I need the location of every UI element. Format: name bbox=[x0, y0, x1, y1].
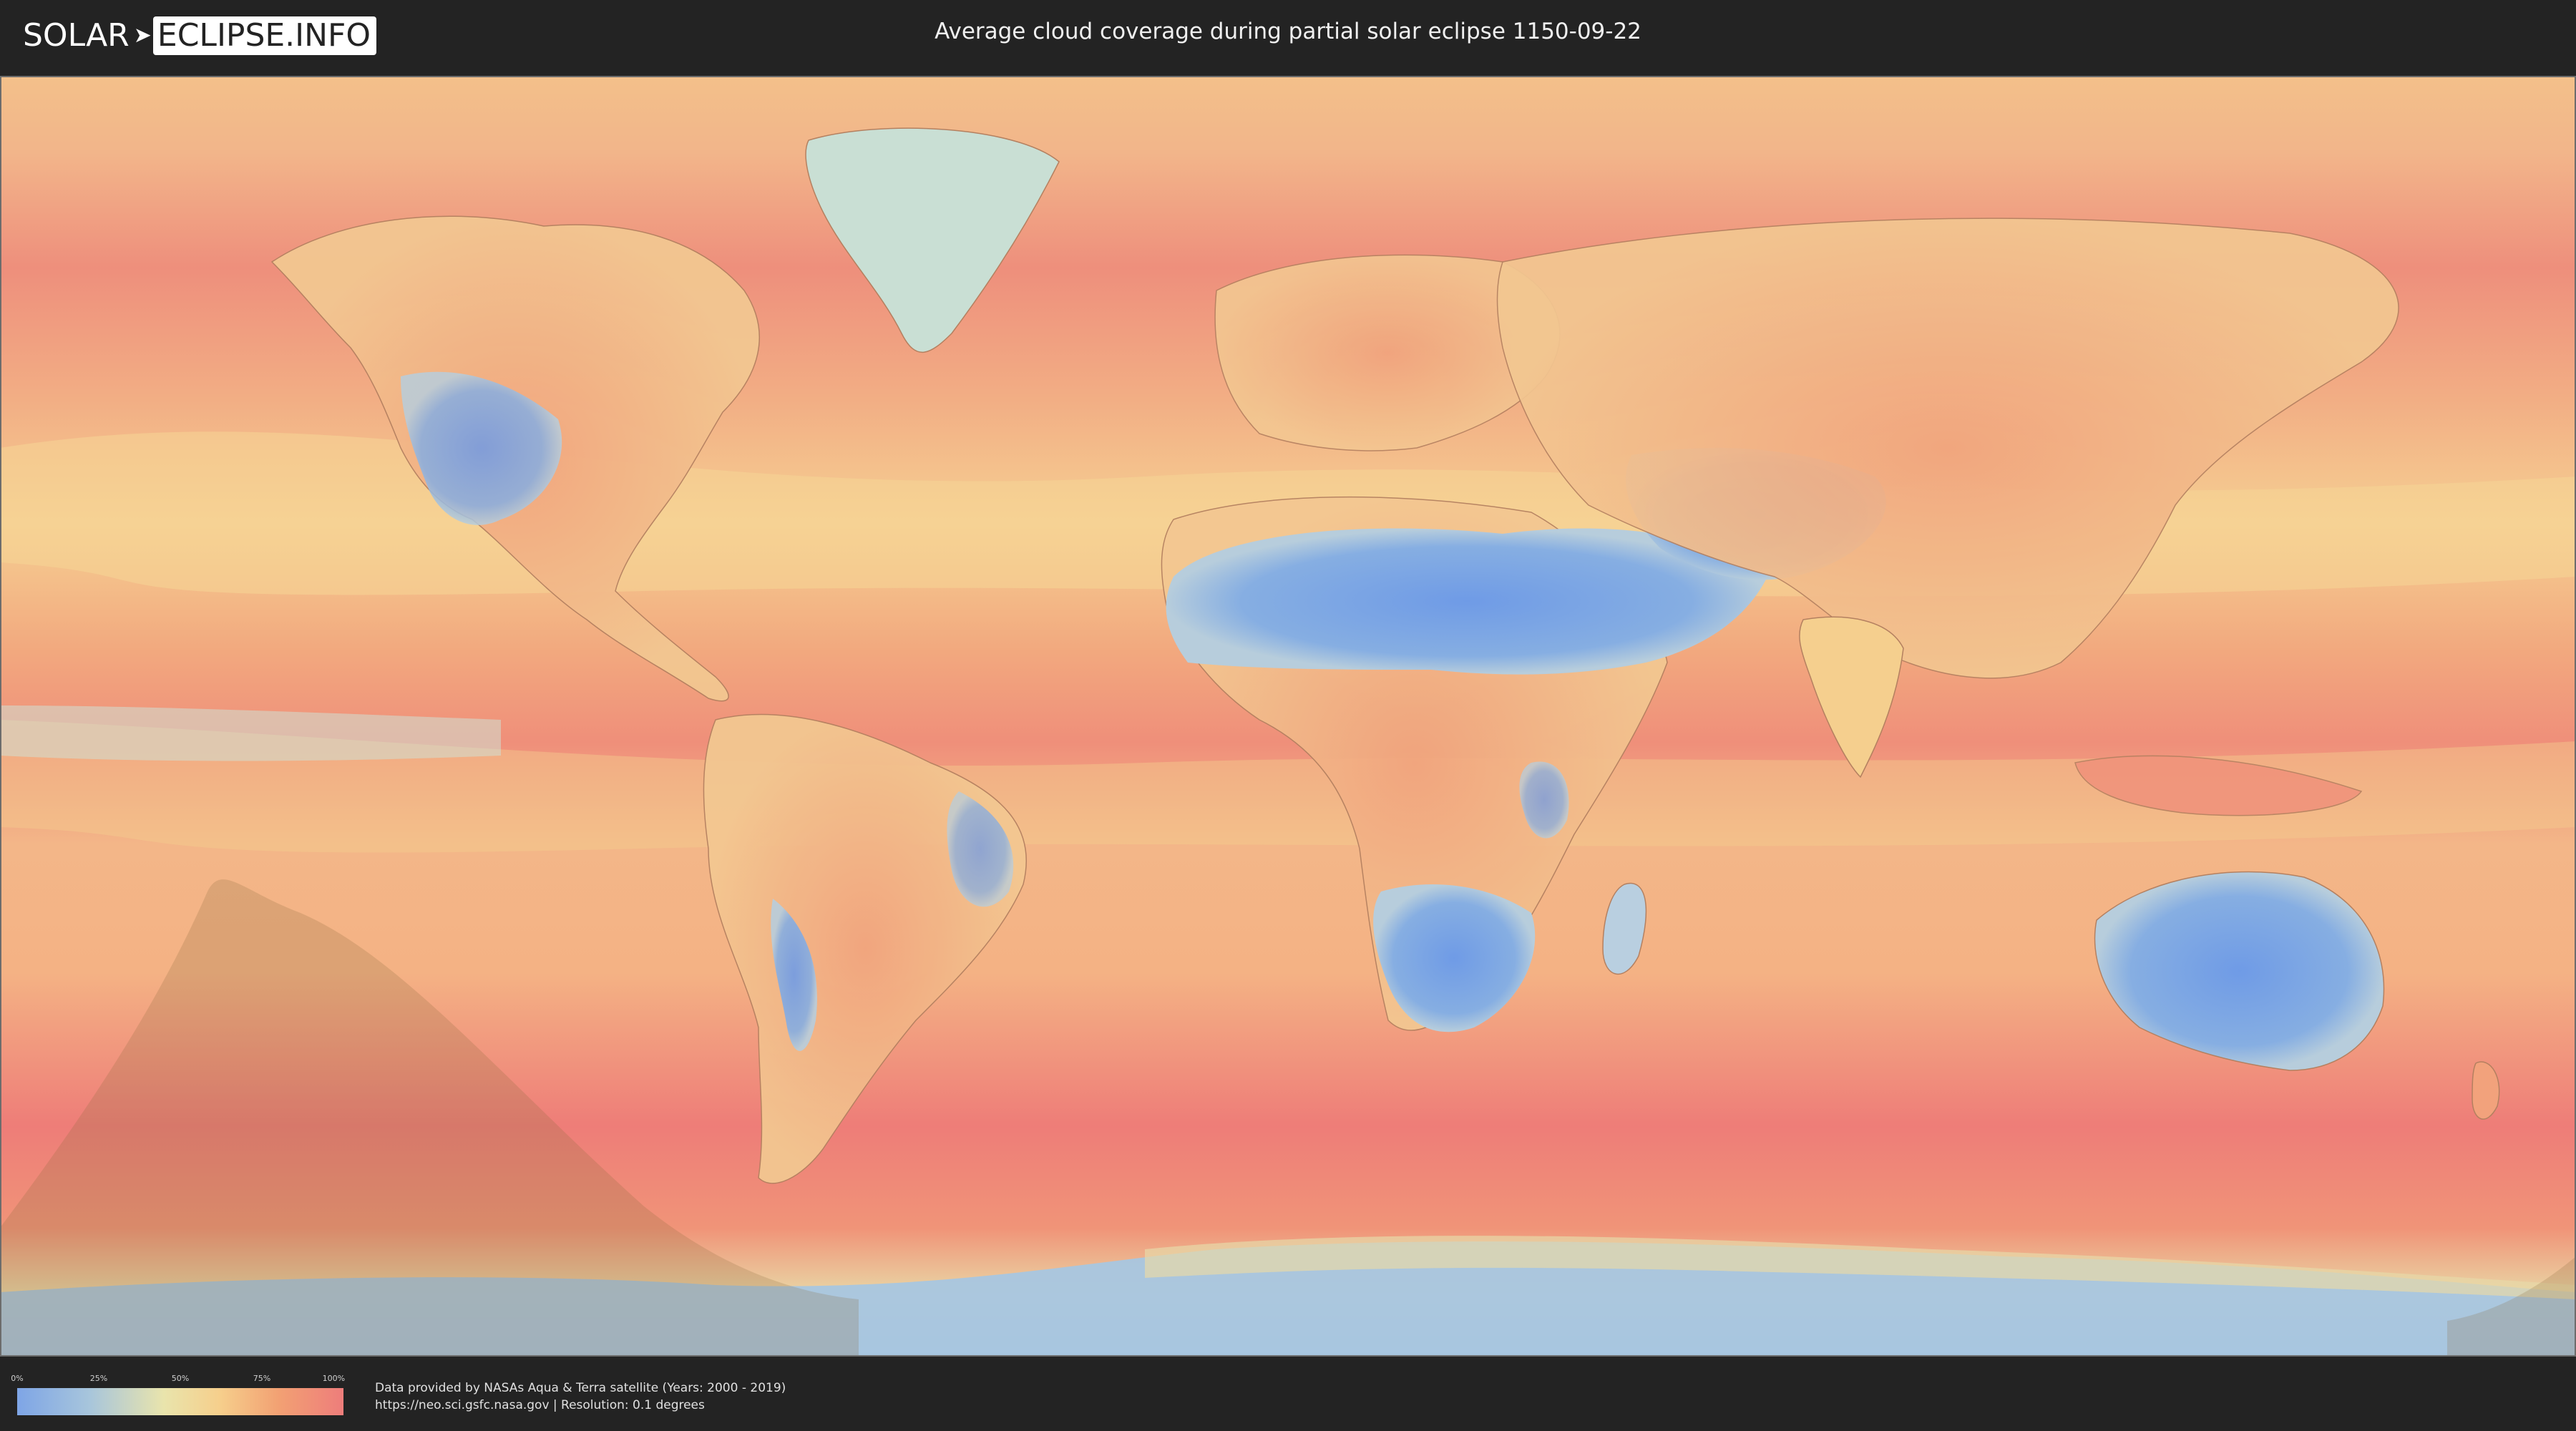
credits-link[interactable]: https://neo.sci.gsfc.nasa.gov | Resoluti… bbox=[375, 1397, 786, 1414]
credits-source: Data provided by NASAs Aqua & Terra sate… bbox=[375, 1381, 786, 1395]
footer-bar: 0% 25% 50% 75% 100% Data provided by NAS… bbox=[0, 1358, 2576, 1431]
cloud-coverage-map[interactable] bbox=[0, 76, 2576, 1357]
legend-tick-75: 75% bbox=[253, 1374, 271, 1383]
legend-color-bar bbox=[17, 1388, 343, 1415]
legend-tick-0: 0% bbox=[11, 1374, 24, 1383]
legend-tick-50: 50% bbox=[171, 1374, 190, 1383]
cloud-coverage-legend: 0% 25% 50% 75% 100% bbox=[11, 1374, 346, 1417]
world-map-svg bbox=[0, 76, 2576, 1357]
legend-tick-100: 100% bbox=[322, 1374, 346, 1383]
legend-tick-25: 25% bbox=[89, 1374, 108, 1383]
header-bar: SOLAR ➤ ECLIPSE.INFO Average cloud cover… bbox=[0, 0, 2576, 72]
data-credits: Data provided by NASAs Aqua & Terra sate… bbox=[375, 1379, 786, 1414]
page-title: Average cloud coverage during partial so… bbox=[935, 19, 1641, 44]
